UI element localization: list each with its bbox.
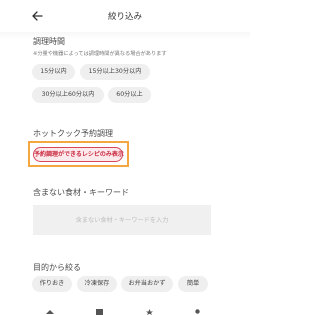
home-icon[interactable] [46, 310, 54, 315]
chip-time-15-30[interactable]: 15分以上30分以内 [80, 64, 150, 80]
chip-purpose-easy[interactable]: 簡単 [178, 276, 208, 292]
bottom-nav [0, 307, 250, 315]
chip-purpose-bento[interactable]: お弁当おかず [121, 276, 173, 292]
chip-time-30-60[interactable]: 30分以上60分以内 [32, 87, 104, 103]
exclude-keyword-input[interactable] [33, 205, 211, 235]
cooking-time-note: ※分量や機器によっては調理時間が異なる場合があります [33, 51, 167, 57]
chip-time-15[interactable]: 15分以内 [32, 64, 75, 80]
chip-time-60[interactable]: 60分以上 [108, 87, 151, 103]
exclude-title: 含まない食材・キーワード [33, 188, 129, 197]
page-title: 絞り込み [107, 12, 142, 22]
user-icon[interactable] [195, 309, 200, 315]
hotcook-title: ホットクック予約調理 [33, 129, 113, 138]
favorite-icon[interactable] [146, 309, 153, 315]
chip-hotcook-reservation[interactable]: 予約調理ができるレシピのみ表示 [33, 147, 124, 162]
chip-purpose-freeze[interactable]: 冷凍保存 [77, 276, 117, 292]
chip-purpose-make-ahead[interactable]: 作りおき [32, 276, 72, 292]
header: 絞り込み [0, 0, 250, 32]
recipe-icon[interactable] [96, 309, 103, 315]
purpose-title: 目的から絞る [33, 263, 81, 272]
cooking-time-title: 調理時間 [33, 37, 65, 46]
